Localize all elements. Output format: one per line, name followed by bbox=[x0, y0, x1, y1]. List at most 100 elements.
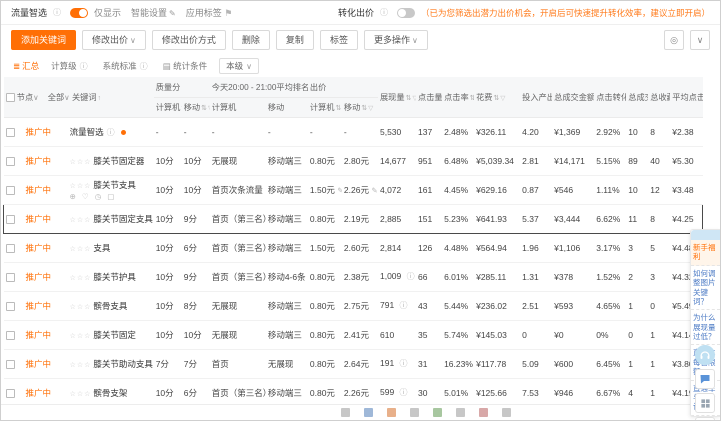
roi-header[interactable]: 投入产出比⇅ bbox=[520, 77, 553, 118]
collapse-icon[interactable]: ∨ bbox=[690, 30, 710, 50]
star-rating-icons[interactable]: ☆☆☆ bbox=[70, 183, 92, 190]
ctr-header[interactable]: 点击率⇅▽ bbox=[442, 77, 475, 118]
star-rating-icons[interactable]: ☆☆☆ bbox=[70, 362, 92, 369]
sort-icon[interactable]: ⇅ bbox=[470, 95, 474, 102]
footer-shortcut-icon[interactable] bbox=[502, 408, 511, 417]
tag-button[interactable]: 标签 bbox=[319, 30, 358, 50]
star-rating-icons[interactable]: ☆☆☆ bbox=[70, 217, 92, 224]
help-panel-tab[interactable] bbox=[691, 230, 720, 240]
bid-pc-header[interactable]: 计算机⇅▽ bbox=[307, 97, 342, 118]
sort-icon[interactable]: ↑ bbox=[98, 95, 102, 102]
keyword-label[interactable]: 髌骨支架 bbox=[93, 388, 127, 398]
cpc-header[interactable]: 平均点击花费⇅ bbox=[670, 77, 703, 118]
more-actions-button[interactable]: 更多操作 ∨ bbox=[363, 30, 428, 50]
gmv-header[interactable]: 总成交金额⇅▽ bbox=[552, 77, 595, 118]
sort-icon[interactable]: ⇅ bbox=[361, 105, 367, 112]
filter-icon[interactable]: ▽ bbox=[208, 105, 210, 112]
row-checkbox[interactable] bbox=[5, 388, 15, 398]
keyword-label[interactable]: 膝关节固定支具 bbox=[93, 214, 153, 224]
help-link[interactable]: 为什么展现量过低？ bbox=[691, 310, 720, 346]
copy-button[interactable]: 复制 bbox=[275, 30, 314, 50]
keyword-label[interactable]: 支具 bbox=[93, 243, 110, 253]
customer-service-icon[interactable] bbox=[695, 345, 715, 365]
star-rating-icons[interactable]: ☆☆☆ bbox=[70, 246, 92, 253]
sort-icon[interactable]: ⇅ bbox=[493, 95, 499, 102]
star-rating-icons[interactable]: ☆☆☆ bbox=[70, 391, 92, 398]
settings-icon[interactable]: ◎ bbox=[664, 30, 684, 50]
table-row[interactable]: 推广中 ☆☆☆ 髌骨支架 10分 6分 首页（第三名） 移动端三 0.80元 2.26元 599 … bbox=[3, 378, 703, 408]
row-checkbox[interactable] bbox=[6, 214, 15, 224]
filter-icon[interactable]: ▽ bbox=[412, 95, 416, 102]
apps-icon[interactable] bbox=[695, 393, 715, 413]
row-checkbox[interactable] bbox=[5, 330, 15, 340]
table-row[interactable]: 推广中 ☆☆☆ 膝关节固定器 10分 10分 无展现 移动端三 0.80元 2.80元 14,67… bbox=[3, 146, 703, 176]
modify-bid-button[interactable]: 修改出价 ∨ bbox=[82, 30, 146, 50]
sort-icon[interactable]: ⇅ bbox=[201, 105, 207, 112]
keyword-label[interactable]: 膝关节固定 bbox=[93, 330, 136, 340]
table-row[interactable]: 推广中 ☆☆☆ 膝关节护具 10分 9分 首页（第三名） 移动4-6条 0.80元 2.38元 1… bbox=[3, 262, 703, 292]
row-checkbox[interactable] bbox=[5, 243, 15, 253]
keyword-column-header[interactable]: 关键词↑ bbox=[72, 93, 101, 102]
stat-condition-label[interactable]: ▤ 统计条件 bbox=[163, 60, 207, 72]
node-column-filter[interactable]: 节点∨ bbox=[17, 93, 39, 102]
help-link[interactable]: 如何调整图片关键词？ bbox=[691, 266, 720, 311]
row-checkbox[interactable] bbox=[5, 156, 15, 166]
score-pc-header[interactable]: 计算机⇅▽ bbox=[153, 97, 182, 118]
table-row[interactable]: 推广中 ☆☆☆ 膝关节固定 10分 10分 无展现 移动端三 0.80元 2.41元 610 35 5… bbox=[3, 320, 703, 350]
table-row[interactable]: 推广中 ☆☆☆ 膝关节支具 ⊕ ♡ ◷ ▢ 10分 10分 首页次条流量 移动端三 1.50元 … bbox=[3, 175, 703, 205]
table-row[interactable]: 推广中 ☆☆☆ 支具 10分 6分 首页（第三名） 移动端三 1.50元 2.60元 2,814 1… bbox=[3, 233, 703, 263]
table-row[interactable]: 推广中 ☆☆☆ 髌骨支具 10分 8分 无展现 移动端三 0.80元 2.75元 791 ⓘ 43 5… bbox=[3, 291, 703, 321]
filter-icon[interactable]: ▽ bbox=[368, 105, 373, 112]
keyword-label[interactable]: 髌骨支具 bbox=[93, 301, 127, 311]
star-rating-icons[interactable]: ☆☆☆ bbox=[70, 159, 92, 166]
footer-shortcut-icon[interactable] bbox=[456, 408, 465, 417]
delete-button[interactable]: 删除 bbox=[231, 30, 270, 50]
chat-icon[interactable] bbox=[695, 369, 715, 389]
calc-filter[interactable]: 计算级 ⓘ bbox=[51, 60, 91, 72]
cost-header[interactable]: 花费⇅▽ bbox=[474, 77, 521, 118]
filter-icon[interactable]: ▽ bbox=[500, 95, 505, 102]
footer-shortcut-icon[interactable] bbox=[410, 408, 419, 417]
score-mobile-header[interactable]: 移动⇅▽ bbox=[181, 97, 210, 118]
keyword-label[interactable]: 流量智选 bbox=[70, 127, 104, 137]
keyword-label[interactable]: 膝关节支具 bbox=[93, 180, 136, 190]
back-to-top-icon[interactable]: ↑ bbox=[695, 417, 715, 420]
row-checkbox[interactable] bbox=[5, 359, 15, 369]
modify-bid-mode-button[interactable]: 修改出价方式 bbox=[151, 30, 226, 50]
row-checkbox[interactable] bbox=[5, 127, 15, 137]
table-row[interactable]: 推广中 流量智选 ⓘ - - - - - -5,530 137 2.48% ¥326.11 4.20 ¥1… bbox=[3, 117, 703, 147]
row-checkbox[interactable] bbox=[5, 185, 15, 195]
sort-icon[interactable]: ⇅ bbox=[406, 95, 412, 102]
row-checkbox[interactable] bbox=[5, 272, 15, 282]
keyword-action-icons[interactable]: ⊕ ♡ ◷ ▢ bbox=[70, 192, 152, 201]
clicks-header[interactable]: 点击量⇅▽ bbox=[416, 77, 443, 118]
smart-setting-link[interactable]: 智能设置 ✎ bbox=[131, 6, 176, 19]
edit-bid-icon[interactable]: ✎ bbox=[337, 186, 342, 195]
row-checkbox[interactable] bbox=[5, 301, 15, 311]
star-rating-icons[interactable]: ☆☆☆ bbox=[70, 275, 92, 282]
edit-bid-icon[interactable]: ✎ bbox=[371, 186, 377, 195]
select-all-checkbox[interactable] bbox=[5, 93, 15, 103]
table-row[interactable]: 推广中 ☆☆☆ 膝关节助动支具 7分 7分 首页 无展现 0.80元 2.64元 191 ⓘ 31 1… bbox=[3, 349, 703, 379]
star-rating-icons[interactable]: ☆☆☆ bbox=[70, 304, 92, 311]
conversion-bid-toggle[interactable] bbox=[396, 7, 415, 18]
help-link[interactable]: 新手福利 bbox=[691, 240, 720, 266]
summary-tab[interactable]: ≣ 汇总 bbox=[13, 60, 39, 72]
footer-shortcut-icon[interactable] bbox=[433, 408, 442, 417]
add-keyword-button[interactable]: 添加关键词 bbox=[11, 30, 77, 50]
favs-header[interactable]: 总收藏数⇅ bbox=[648, 77, 671, 118]
keyword-label[interactable]: 膝关节固定器 bbox=[93, 156, 144, 166]
footer-shortcut-icon[interactable] bbox=[364, 408, 373, 417]
keyword-type-filter[interactable]: 全部∨ bbox=[48, 93, 70, 102]
star-rating-icons[interactable]: ☆☆☆ bbox=[70, 333, 92, 340]
bid-mobile-header[interactable]: 移动⇅▽ bbox=[341, 97, 378, 118]
impressions-header[interactable]: 展现量⇅▽ bbox=[377, 77, 417, 118]
keyword-label[interactable]: 膝关节护具 bbox=[93, 272, 136, 282]
footer-shortcut-icon[interactable] bbox=[341, 408, 350, 417]
traffic-smart-toggle[interactable] bbox=[70, 7, 89, 18]
table-row[interactable]: 推广中 ☆☆☆ 膝关节固定支具 10分 9分 首页（第三名） 移动端三 0.80元 2.19元 2… bbox=[2, 203, 704, 234]
footer-shortcut-icon[interactable] bbox=[387, 408, 396, 417]
standard-filter[interactable]: 系统标准 ⓘ bbox=[103, 60, 151, 72]
apply-tag-link[interactable]: 应用标签 ⚑ bbox=[186, 6, 233, 19]
sort-icon[interactable]: ⇅ bbox=[335, 105, 341, 112]
